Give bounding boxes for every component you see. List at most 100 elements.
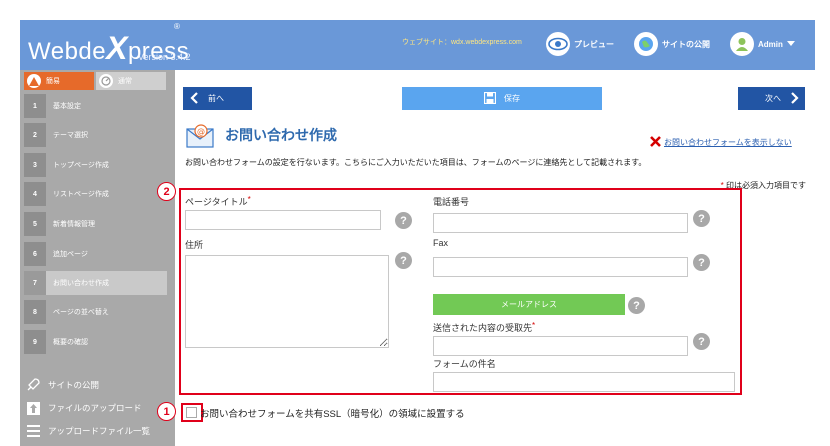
admin-menu-button[interactable]: Admin	[730, 29, 795, 59]
tab-normal-mode[interactable]: 通常	[96, 72, 166, 90]
annotation-marker-1: 1	[157, 402, 176, 421]
sidebar: 簡易 通常 1 基本設定 2 テーマ選択 3 トップページ作成 4 リストページ…	[20, 70, 175, 446]
email-address-button[interactable]: メールアドレス	[433, 294, 625, 315]
sidebar-step-list-page[interactable]: 4 リストページ作成	[24, 182, 167, 206]
step-label: 追加ページ	[53, 251, 88, 258]
rocket-icon	[26, 378, 40, 392]
user-avatar-icon	[730, 32, 754, 56]
top-header: WebdeXpress ® Version 3.4.2 ウェブサイト：wdx.w…	[20, 20, 815, 70]
sidebar-step-overview[interactable]: 9 概要の確認	[24, 330, 167, 354]
save-label: 保存	[504, 94, 520, 103]
tab-simple-mode[interactable]: 簡易	[24, 72, 94, 90]
envelope-at-icon: @	[186, 123, 216, 149]
save-button[interactable]: 保存	[402, 87, 602, 110]
ssl-checkbox-label[interactable]: お問い合わせフォームを共有SSL（暗号化）の領域に設置する	[200, 406, 465, 420]
upload-icon	[26, 401, 40, 415]
sidebar-step-contact-form[interactable]: 7 お問い合わせ作成	[24, 271, 167, 295]
sidebar-step-additional-pages[interactable]: 6 追加ページ	[24, 242, 167, 266]
gauge-icon	[99, 74, 113, 88]
step-number: 7	[24, 271, 46, 295]
address-textarea[interactable]	[185, 255, 389, 348]
publish-label: サイトの公開	[662, 39, 710, 49]
sidebar-link-label: ファイルのアップロード	[48, 403, 142, 413]
step-number: 1	[24, 94, 46, 118]
publish-site-button[interactable]: サイトの公開	[634, 29, 710, 59]
prev-label: 前へ	[208, 94, 224, 103]
hide-contact-form-link[interactable]: お問い合わせフォームを表示しない	[650, 136, 792, 149]
help-icon[interactable]: ?	[693, 254, 710, 271]
step-number: 8	[24, 300, 46, 324]
tab-simple-label: 簡易	[46, 78, 60, 85]
recipient-input[interactable]	[433, 336, 688, 356]
preview-button[interactable]: プレビュー	[546, 29, 614, 59]
chevron-right-icon	[791, 91, 799, 106]
fax-input[interactable]	[433, 257, 688, 277]
subject-label: フォームの件名	[433, 359, 496, 369]
preview-label: プレビュー	[574, 39, 614, 49]
close-icon	[650, 136, 661, 149]
registered-mark: ®	[174, 22, 180, 31]
step-number: 3	[24, 153, 46, 177]
ssl-checkbox[interactable]	[186, 407, 197, 418]
sidebar-link-upload[interactable]: ファイルのアップロード	[26, 400, 142, 416]
sidebar-step-theme[interactable]: 2 テーマ選択	[24, 123, 167, 147]
subject-input[interactable]	[433, 372, 735, 392]
step-number: 6	[24, 242, 46, 266]
tab-normal-label: 通常	[118, 78, 132, 85]
next-button[interactable]: 次へ	[738, 87, 805, 110]
step-number: 9	[24, 330, 46, 354]
step-label: トップページ作成	[53, 162, 109, 169]
logo-text-x: X	[106, 30, 128, 66]
svg-text:@: @	[197, 127, 205, 136]
admin-label: Admin	[758, 39, 783, 49]
page-description: お問い合わせフォームの設定を行ないます。こちらにご入力いただいた項目は、フォーム…	[185, 158, 647, 167]
page-title: お問い合わせ作成	[225, 127, 337, 143]
phone-label: 電話番号	[433, 197, 470, 207]
step-number: 2	[24, 123, 46, 147]
sidebar-link-label: サイトの公開	[48, 380, 100, 390]
recipient-label-text: 送信された内容の受取先	[433, 323, 533, 333]
next-label: 次へ	[765, 94, 781, 103]
site-url-link[interactable]: ウェブサイト：wdx.webdexpress.com	[402, 37, 522, 47]
chevron-down-icon	[786, 40, 795, 49]
required-star: *	[247, 195, 251, 204]
step-number: 5	[24, 212, 46, 236]
annotation-marker-2: 2	[157, 182, 176, 201]
sidebar-link-publish[interactable]: サイトの公開	[26, 377, 99, 393]
eye-icon	[546, 32, 570, 56]
fax-label: Fax	[433, 238, 449, 248]
phone-input[interactable]	[433, 213, 688, 233]
prev-button[interactable]: 前へ	[183, 87, 252, 110]
sidebar-step-news[interactable]: 5 新着情報管理	[24, 212, 167, 236]
sidebar-step-top-page[interactable]: 3 トップページ作成	[24, 153, 167, 177]
step-label: 新着情報管理	[53, 221, 95, 228]
hide-link-label: お問い合わせフォームを表示しない	[664, 138, 792, 147]
floppy-disk-icon	[483, 91, 497, 106]
page-title-label: ページタイトル*	[185, 195, 251, 208]
help-icon[interactable]: ?	[395, 252, 412, 269]
step-number: 4	[24, 182, 46, 206]
mountain-icon	[27, 74, 41, 88]
help-icon[interactable]: ?	[693, 333, 710, 350]
page-title-input[interactable]	[185, 210, 381, 230]
mode-tabs: 簡易 通常	[20, 70, 175, 92]
help-icon[interactable]: ?	[628, 297, 645, 314]
help-icon[interactable]: ?	[693, 210, 710, 227]
sidebar-link-label: アップロードファイル一覧	[48, 426, 151, 436]
step-label: 基本設定	[53, 103, 81, 110]
version-label: Version 3.4.2	[138, 52, 191, 62]
chevron-left-icon	[190, 91, 198, 106]
sidebar-step-page-order[interactable]: 8 ページの並べ替え	[24, 300, 167, 324]
sidebar-step-basic-settings[interactable]: 1 基本設定	[24, 94, 167, 118]
address-label: 住所	[185, 240, 204, 250]
list-icon	[26, 424, 40, 438]
step-label: お問い合わせ作成	[53, 280, 109, 287]
logo-text-main: Webde	[28, 38, 107, 65]
app-frame: WebdeXpress ® Version 3.4.2 ウェブサイト：wdx.w…	[0, 0, 830, 446]
globe-icon	[634, 32, 658, 56]
step-label: テーマ選択	[53, 132, 88, 139]
page-title-label-text: ページタイトル	[185, 197, 248, 207]
step-label: リストページ作成	[53, 191, 109, 198]
help-icon[interactable]: ?	[395, 212, 412, 229]
sidebar-link-upload-list[interactable]: アップロードファイル一覧	[26, 423, 150, 439]
